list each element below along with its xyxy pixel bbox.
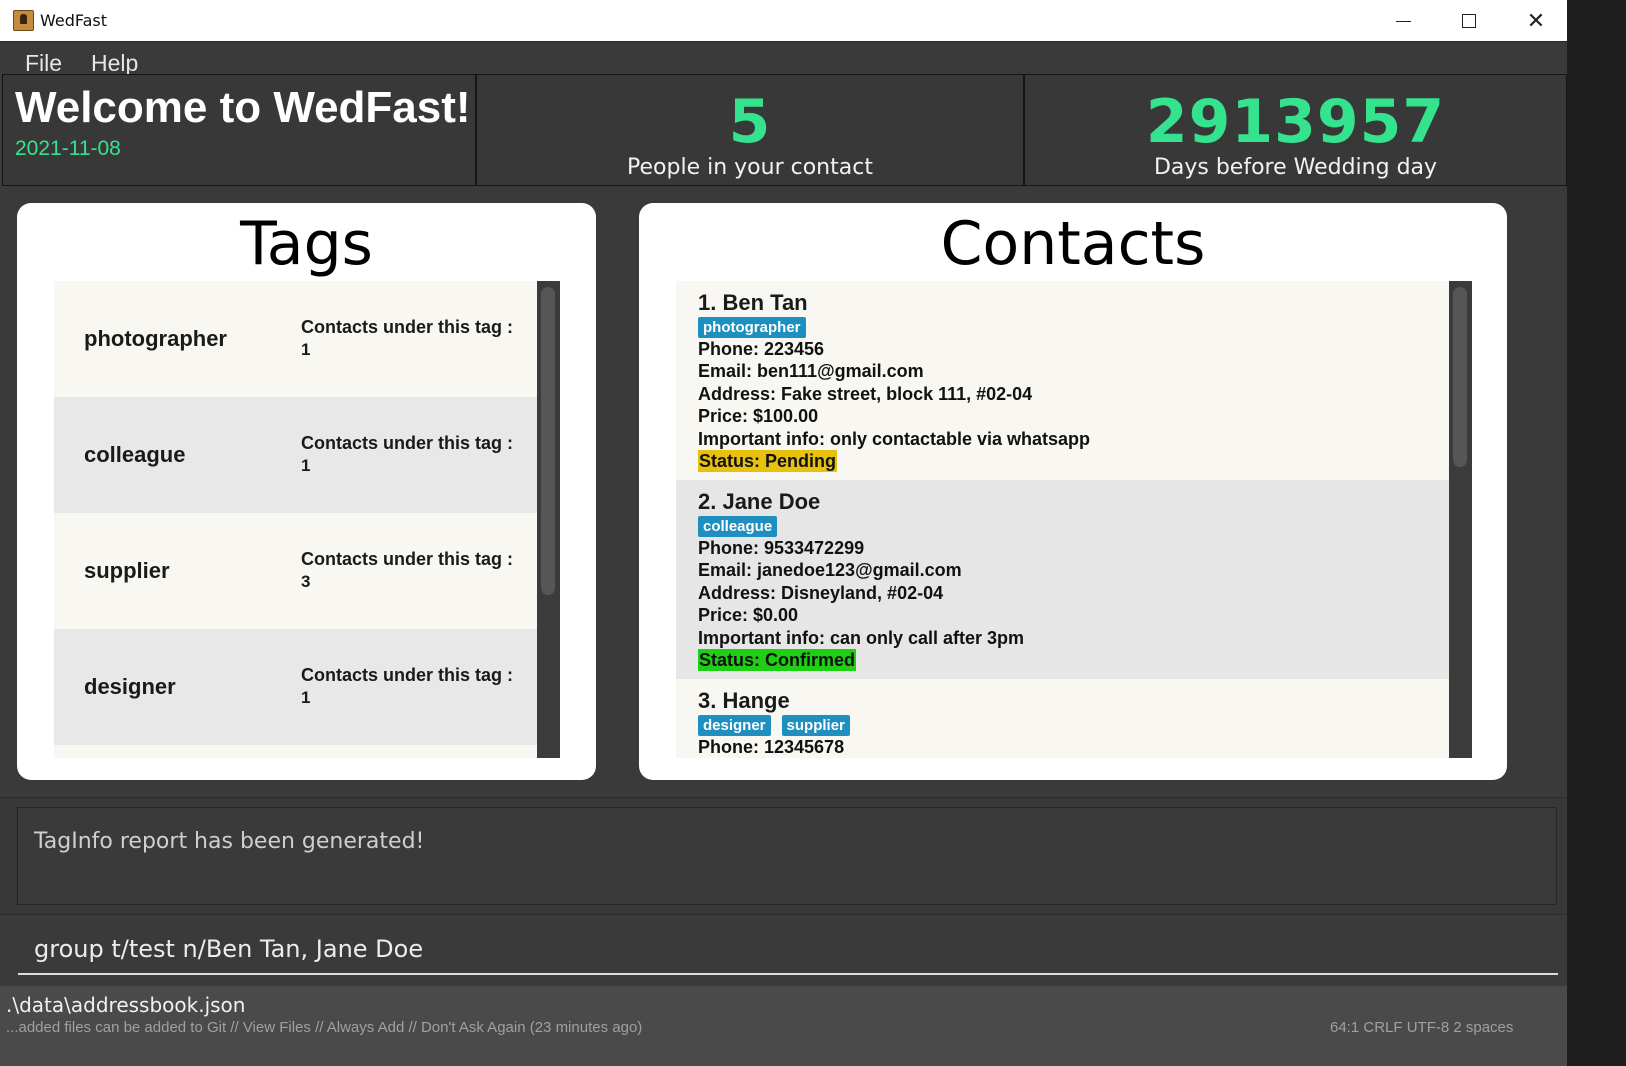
contacts-panel: Contacts 1. Ben Tan photographer Phone: …: [639, 203, 1507, 780]
people-count: 5: [728, 87, 772, 157]
tags-scroll-thumb[interactable]: [541, 287, 555, 595]
tag-count: 1: [301, 340, 311, 359]
data-file-path: .\data\addressbook.json: [6, 993, 246, 1017]
status-badge: Status: Confirmed: [698, 649, 857, 672]
maximize-icon: [1462, 14, 1476, 28]
tag-count-label: Contacts under this tag :: [301, 433, 514, 453]
contact-name: 3. Hange: [698, 688, 790, 713]
tags-panel-title: Tags: [240, 209, 373, 279]
title-bar: WedFast ✕: [0, 0, 1567, 42]
contact-address: Address: Disneyland, #02-04: [698, 582, 944, 603]
contact-card[interactable]: 2. Jane Doe colleague Phone: 9533472299 …: [676, 480, 1449, 679]
status-bar: .\data\addressbook.json ...added files c…: [0, 986, 1567, 1066]
welcome-header: Welcome to WedFast! 2021-11-08: [2, 74, 476, 186]
tags-scrollbar[interactable]: [537, 281, 560, 758]
result-box: TagInfo report has been generated!: [17, 807, 1557, 905]
tag-count-label: Contacts under this tag :: [301, 665, 514, 685]
tag-chip: photographer: [698, 317, 806, 338]
tag-count: 1: [301, 688, 311, 707]
background-ide-text: ...added files can be added to Git // Vi…: [6, 1019, 643, 1036]
people-stat: 5 People in your contact: [476, 74, 1024, 186]
result-display: TagInfo report has been generated!: [0, 797, 1567, 914]
tag-count-label: Contacts under this tag :: [301, 317, 514, 337]
status-badge: Status: Pending: [698, 450, 838, 473]
tag-name: designer: [84, 674, 176, 699]
app-window: WedFast ✕ File Help Welcome to WedFast! …: [0, 0, 1567, 1066]
tag-row-designer[interactable]: designer Contacts under this tag : 1: [54, 629, 537, 745]
welcome-title: Welcome to WedFast!: [15, 83, 471, 132]
current-date: 2021-11-08: [15, 137, 121, 160]
contact-email: Email: janedoe123@gmail.com: [698, 560, 962, 581]
tag-row-partial[interactable]: [54, 745, 537, 758]
minimize-icon: [1395, 20, 1411, 22]
days-stat: 2913957 Days before Wedding day: [1024, 74, 1567, 186]
close-icon: ✕: [1526, 8, 1546, 34]
contact-price: Price: $0.00: [698, 605, 799, 626]
tag-name: supplier: [84, 558, 170, 583]
maximize-button[interactable]: [1436, 0, 1502, 42]
contact-info: Important info: can only call after 3pm: [698, 627, 1025, 648]
minimize-button[interactable]: [1370, 0, 1436, 42]
contact-tags: designer supplier: [698, 715, 1449, 736]
contact-address: Address: Fake street, block 111, #02-04: [698, 383, 1033, 404]
contact-price: Price: $100.00: [698, 406, 819, 427]
contacts-scrollbar[interactable]: [1449, 281, 1472, 758]
tag-name: photographer: [84, 326, 227, 351]
tags-panel: Tags photographer Contacts under this ta…: [17, 203, 596, 780]
close-button[interactable]: ✕: [1503, 0, 1567, 42]
contacts-scroll-thumb[interactable]: [1453, 287, 1467, 467]
background-ide-status: 64:1 CRLF UTF-8 2 spaces: [1330, 1019, 1514, 1036]
contact-tags: photographer: [698, 317, 1449, 338]
days-label: Days before Wedding day: [1153, 155, 1438, 180]
contact-phone: Phone: 12345678: [698, 737, 845, 757]
tag-count: 1: [301, 456, 311, 475]
command-area: [0, 914, 1567, 986]
contact-phone: Phone: 223456: [698, 339, 825, 359]
contact-list[interactable]: 1. Ben Tan photographer Phone: 223456 Em…: [676, 281, 1449, 758]
days-count: 2913957: [1145, 87, 1446, 157]
tag-chip: designer: [698, 715, 771, 736]
people-label: People in your contact: [627, 155, 873, 180]
menu-file[interactable]: File: [25, 50, 62, 77]
tag-list[interactable]: photographer Contacts under this tag : 1…: [54, 281, 537, 758]
contact-info: Important info: only contactable via wha…: [698, 428, 1091, 449]
window-title: WedFast: [40, 11, 108, 30]
contact-name: 1. Ben Tan: [698, 290, 808, 315]
menu-bar: File Help: [0, 42, 1567, 77]
tag-row-colleague[interactable]: colleague Contacts under this tag : 1: [54, 397, 537, 513]
tag-row-photographer[interactable]: photographer Contacts under this tag : 1: [54, 281, 537, 397]
tag-chip: supplier: [781, 715, 850, 736]
app-logo-icon: [13, 10, 34, 31]
contact-email: Email: ben111@gmail.com: [698, 361, 924, 382]
result-text: TagInfo report has been generated!: [34, 829, 425, 854]
tag-name: colleague: [84, 442, 186, 467]
contact-name: 2. Jane Doe: [698, 489, 821, 514]
command-input[interactable]: [18, 925, 1558, 975]
contact-tags: colleague: [698, 516, 1449, 537]
tag-chip: colleague: [698, 516, 778, 537]
contact-phone: Phone: 9533472299: [698, 538, 865, 558]
tag-row-supplier[interactable]: supplier Contacts under this tag : 3: [54, 513, 537, 629]
contact-card[interactable]: 1. Ben Tan photographer Phone: 223456 Em…: [676, 281, 1449, 480]
contact-card[interactable]: 3. Hange designer supplier Phone: 123456…: [676, 679, 1449, 758]
tag-count-label: Contacts under this tag :: [301, 549, 514, 569]
tag-count: 3: [301, 572, 311, 591]
menu-help[interactable]: Help: [91, 50, 138, 77]
contacts-panel-title: Contacts: [940, 209, 1206, 279]
